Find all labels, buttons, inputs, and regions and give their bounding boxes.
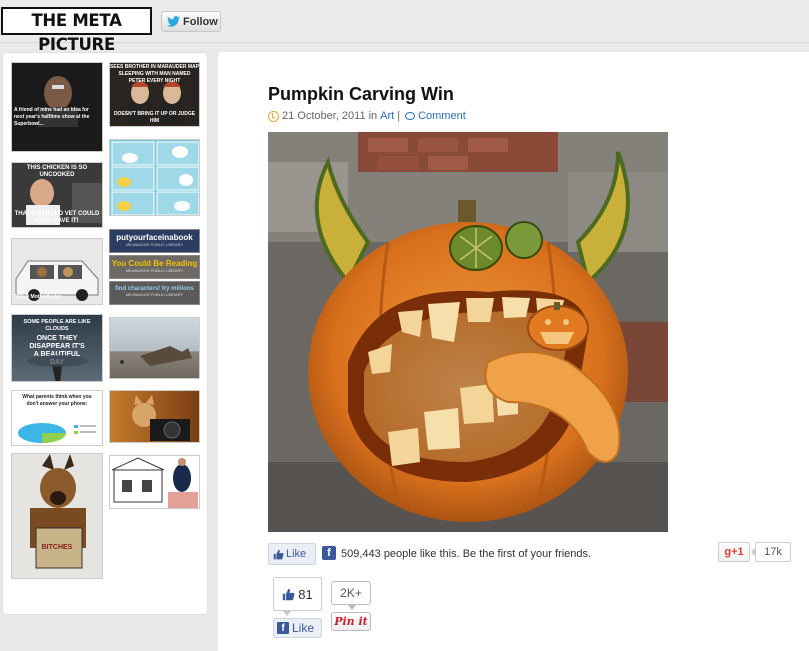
post-meta: 21 October, 2011 in Art | Comment [268, 110, 466, 122]
thumb-caption: A friend of mine had an idea for next ye… [14, 107, 90, 127]
facebook-icon: f [322, 546, 336, 560]
fb-like-label: Like [286, 548, 307, 560]
thumb-caption-top: SEES BROTHER IN MARAUDER MAP SLEEPING WI… [110, 64, 199, 84]
cat-camera-thumb[interactable] [109, 390, 200, 443]
beach-log-photo [120, 346, 192, 366]
sidebar: A friend of mine had an idea for next ye… [2, 52, 208, 615]
google-plus-one-button[interactable]: g+1 [718, 542, 750, 562]
cat-camera-photo [132, 395, 190, 441]
post-title[interactable]: Pumpkin Carving Win [268, 84, 454, 105]
comment-bubble-icon [405, 112, 416, 120]
facebook-like-button-2[interactable]: f Like [273, 618, 322, 638]
dog-book-photo [12, 454, 102, 578]
like-count-box: 81 [273, 577, 322, 616]
pumpkin-image [268, 132, 668, 532]
comment-link[interactable]: Comment [418, 110, 466, 122]
meta-separator: | [397, 110, 401, 122]
thumbs-up-icon [283, 588, 295, 600]
library-sign-1: putyourfaceinabook MILWAUKEE PUBLIC LIBR… [109, 229, 200, 253]
comic-strip [111, 141, 199, 215]
top-bar: THE META PICTURE Follow [0, 0, 809, 54]
google-plus-count: 17k [751, 542, 791, 562]
facebook-icon: f [277, 622, 289, 634]
book-title: BITCHES [41, 544, 73, 551]
clock-icon [268, 110, 279, 122]
site-logo[interactable]: THE META PICTURE [1, 7, 152, 54]
like-count: 81 [298, 586, 313, 602]
pie-chart-thumb[interactable]: What parents think when you don't answer… [11, 390, 103, 446]
pumpkin-photo [268, 132, 668, 532]
dog-book-thumb[interactable]: BITCHES [11, 453, 103, 579]
sketch-photo [111, 457, 198, 508]
post-date: 21 October, 2011 [282, 110, 366, 122]
thumb-caption-bottom: THAT A SKILLED VET COULD STILL SAVE IT! [14, 211, 100, 224]
gordon-ramsay-thumb[interactable]: THIS CHICKEN IS SO UNCOOKED THAT A SKILL… [11, 162, 103, 228]
fb-like2-label: Like [292, 621, 315, 635]
pin-count: 2K+ [331, 581, 371, 610]
library-sign-3: find characters! try millions MILWAUKEE … [109, 281, 200, 305]
beach-log-thumb[interactable] [109, 317, 200, 379]
dogs-car-thumb[interactable]: YOLO Motherfucker [11, 238, 103, 305]
in-label: in [368, 110, 378, 122]
comic-thumb[interactable] [109, 139, 200, 216]
category-link[interactable]: Art [380, 110, 394, 122]
thumb-caption-top: THIS CHICKEN IS SO UNCOOKED [26, 165, 88, 178]
facebook-like-button[interactable]: Like [268, 543, 316, 565]
thumbs-up-icon [273, 549, 284, 559]
thumb-caption-top: What parents think when you don't answer… [22, 394, 92, 407]
sketch-thumb[interactable] [109, 455, 200, 509]
pin-it-button[interactable]: Pin it [331, 612, 371, 631]
thumb-caption: YOLO Motherfucker [15, 294, 63, 300]
facebook-like-count-text: 509,443 people like this. Be the first o… [341, 548, 592, 560]
morgan-freeman-thumb[interactable]: A friend of mine had an idea for next ye… [11, 62, 103, 152]
harry-potter-thumb[interactable]: SEES BROTHER IN MARAUDER MAP SLEEPING WI… [109, 62, 200, 127]
library-signs-thumb[interactable]: putyourfaceinabook MILWAUKEE PUBLIC LIBR… [109, 229, 200, 307]
follow-label: Follow [183, 15, 218, 28]
thumb-caption-bottom: DOESN'T BRING IT UP OR JUDGE HIM [113, 111, 196, 124]
twitter-follow-button[interactable]: Follow [161, 11, 221, 32]
main-content: Pumpkin Carving Win 21 October, 2011 in … [218, 52, 809, 651]
storm-photo [28, 355, 88, 381]
library-sign-2: You Could Be Reading MILWAUKEE PUBLIC LI… [109, 255, 200, 279]
clouds-thumb[interactable]: SOME PEOPLE ARE LIKE CLOUDS ONCE THEY DI… [11, 314, 103, 382]
twitter-bird-icon [167, 16, 180, 27]
